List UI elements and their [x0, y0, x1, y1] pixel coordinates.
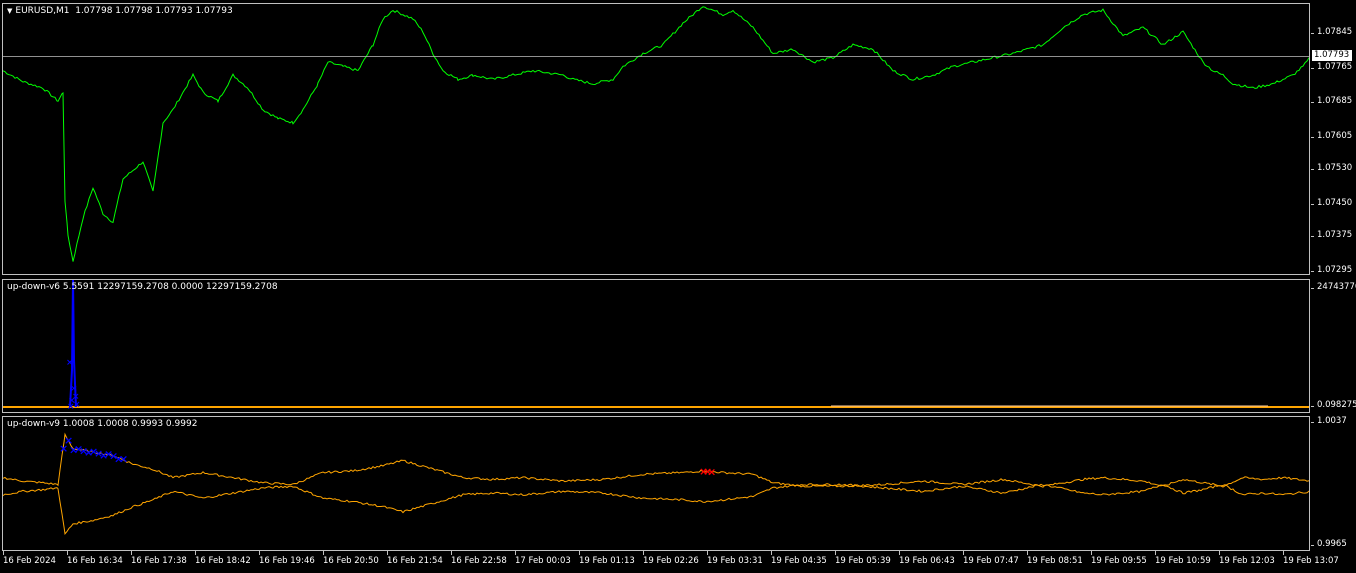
v9-up-marker: × — [119, 453, 128, 466]
v9-chart[interactable]: ×××××××××××××××× — [3, 417, 1310, 551]
price-pane-title: ▼ EURUSD,M1 1.07798 1.07798 1.07793 1.077… — [7, 6, 233, 16]
price-tick-label: 1.07450 — [1310, 197, 1353, 208]
v6-chart[interactable]: ×××××× — [3, 280, 1310, 413]
time-tick-label: 19 Feb 04:35 — [771, 551, 827, 566]
collapse-triangle-icon[interactable]: ▼ — [7, 7, 12, 15]
price-pane-title-text: EURUSD,M1 1.07798 1.07798 1.07793 1.0779… — [15, 6, 233, 16]
time-tick-label: 16 Feb 17:38 — [131, 551, 187, 566]
time-tick-label: 19 Feb 02:26 — [643, 551, 699, 566]
time-tick-label: 19 Feb 12:03 — [1219, 551, 1275, 566]
price-chart[interactable] — [3, 4, 1310, 275]
time-tick-label: 19 Feb 05:39 — [835, 551, 891, 566]
price-tick-label: 1.07530 — [1310, 163, 1353, 174]
price-tick-label: 1.07375 — [1310, 230, 1353, 241]
time-tick-label: 16 Feb 16:34 — [67, 551, 123, 566]
time-tick-label: 19 Feb 13:07 — [1283, 551, 1339, 566]
price-tick-label: 1.07845 — [1310, 26, 1353, 37]
v6-up-marker: × — [67, 402, 75, 412]
indicator-pane-v6[interactable]: up-down-v6 5.5591 12297159.2708 0.0000 1… — [2, 279, 1310, 413]
v9-axis[interactable]: 1.0037 0.9965 — [1311, 416, 1356, 551]
time-tick-label: 17 Feb 00:03 — [515, 551, 571, 566]
v9-tick-label: 0.9965 — [1311, 539, 1347, 549]
v9-pane-title: up-down-v9 1.0008 1.0008 0.9993 0.9992 — [7, 419, 198, 429]
time-tick-label: 19 Feb 03:31 — [707, 551, 763, 566]
indicator-pane-v9[interactable]: up-down-v9 1.0008 1.0008 0.9993 0.9992 ×… — [2, 416, 1310, 551]
v6-tick-label: 0.0982750 — [1311, 400, 1356, 410]
time-tick-label: 19 Feb 08:51 — [1027, 551, 1083, 566]
price-pane[interactable]: ▼ EURUSD,M1 1.07798 1.07798 1.07793 1.077… — [2, 3, 1310, 275]
time-tick-label: 16 Feb 22:58 — [451, 551, 507, 566]
v6-up-marker: × — [66, 358, 74, 368]
time-axis[interactable]: 16 Feb 2024 16 Feb 16:34 16 Feb 17:38 16 Fe… — [0, 551, 1356, 573]
price-tick-label: 1.07605 — [1310, 130, 1353, 141]
v6-tick-label: 24743776 — [1310, 282, 1356, 292]
time-tick-label: 16 Feb 18:42 — [195, 551, 251, 566]
time-tick-label: 19 Feb 09:55 — [1091, 551, 1147, 566]
time-tick-label: 16 Feb 20:50 — [323, 551, 379, 566]
time-tick-label: 16 Feb 21:54 — [387, 551, 443, 566]
time-tick-label: 19 Feb 06:43 — [899, 551, 955, 566]
price-tick-label: 1.07295 — [1310, 265, 1353, 275]
time-tick-label: 16 Feb 19:46 — [259, 551, 315, 566]
price-tick-label: 1.07685 — [1310, 96, 1353, 107]
price-tick-label: 1.07765 — [1310, 61, 1353, 72]
current-price-label: 1.07793 — [1312, 50, 1352, 62]
time-tick-label: 19 Feb 10:59 — [1155, 551, 1211, 566]
price-line — [3, 6, 1309, 262]
v9-down-marker: × — [707, 466, 716, 479]
v9-tick-label: 1.0037 — [1311, 416, 1347, 426]
v9-upper-line — [3, 432, 1309, 488]
v9-lower-line — [3, 483, 1309, 535]
price-axis[interactable]: 1.07845 1.07765 1.07685 1.07605 1.07530 1.074… — [1310, 3, 1356, 275]
time-tick-label: 19 Feb 07:47 — [963, 551, 1019, 566]
v6-pane-title: up-down-v6 5.5591 12297159.2708 0.0000 1… — [7, 282, 278, 292]
v6-axis[interactable]: 24743776 0.0982750 — [1310, 279, 1356, 413]
time-tick-label: 19 Feb 01:13 — [579, 551, 635, 566]
time-tick-label: 16 Feb 2024 — [3, 551, 56, 566]
